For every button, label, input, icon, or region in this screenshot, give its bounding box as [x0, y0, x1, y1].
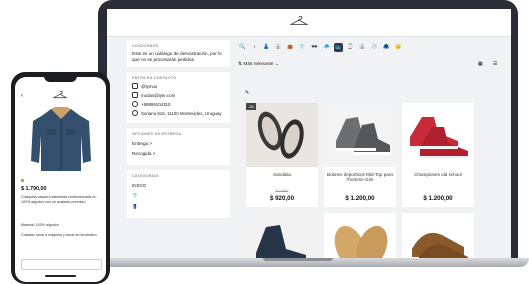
- whatsapp-icon: [132, 101, 138, 107]
- store-sidebar: CONÓCENOS Este es un catálogo de demostr…: [127, 40, 230, 223]
- chevron-down-icon: ⌄: [273, 62, 279, 67]
- product-price: $ 920,00: [269, 195, 295, 202]
- category-dress-icon[interactable]: 👗: [262, 43, 271, 52]
- delivery-heading: OPCIONES DE ENTREGA: [132, 132, 182, 136]
- hanger-logo-icon[interactable]: [53, 91, 67, 99]
- color-dot[interactable]: [21, 179, 24, 182]
- category-bag-icon[interactable]: 👜: [286, 43, 295, 52]
- contact-heading: ENTRA EN CONTACTO: [132, 76, 177, 80]
- delivery-label: Entrega: [132, 141, 149, 146]
- laptop-screen: CONÓCENOS Este es un catálogo de demostr…: [107, 9, 511, 258]
- category-hanger-icon[interactable]: 👔: [274, 43, 283, 52]
- about-card: CONÓCENOS Este es un catálogo de demostr…: [127, 40, 230, 67]
- product-price: $ 1.200,00: [345, 195, 375, 202]
- category-jacket-icon[interactable]: 🧥: [382, 43, 391, 52]
- mail-icon: [132, 92, 138, 98]
- category-hat-icon[interactable]: 🧢: [322, 43, 331, 52]
- instagram-icon: [132, 83, 138, 89]
- chevron-right-icon: >: [152, 151, 156, 156]
- product-image-navy-sneakers[interactable]: [246, 213, 318, 258]
- sort-label: Más relevante: [243, 62, 274, 67]
- product-image-sandals[interactable]: [246, 103, 318, 167]
- categories-heading: CATEGORÍAS: [132, 174, 159, 178]
- contact-location[interactable]: Soriano 616, 11100 Montevideo, Uruguay: [132, 110, 225, 116]
- category-glasses-icon[interactable]: 🕶: [310, 43, 319, 52]
- quantity-stepper[interactable]: [21, 259, 102, 270]
- about-text: Este es un catálogo de demostración, por…: [132, 51, 222, 62]
- about-heading: CONÓCENOS: [132, 44, 159, 48]
- contact-instagram[interactable]: @tymus: [132, 83, 225, 89]
- delivery-option-recogida[interactable]: Recogida >: [132, 151, 225, 156]
- category-watch-icon[interactable]: ⌚: [346, 43, 355, 52]
- delivery-label: Recogida: [132, 151, 152, 156]
- delivery-option-entrega[interactable]: Entrega >: [132, 141, 225, 146]
- back-arrow-icon[interactable]: ‹: [21, 93, 23, 99]
- product-image-grey-sneakers[interactable]: [324, 103, 396, 167]
- product-image-red-sneakers[interactable]: [402, 103, 474, 167]
- product-card[interactable]: Botines deportivos Mid-Top para l'homme …: [324, 103, 396, 207]
- location-icon: [132, 110, 138, 116]
- delivery-card: OPCIONES DE ENTREGA Entrega > Recogida >: [127, 128, 230, 165]
- contact-text: @tymus: [141, 83, 158, 89]
- category-bar: 🔍 ‹ 👗 👔 👜 👕 🕶 🧢 👟 ⌚ 👔 🧦 🧥 👑: [238, 40, 508, 54]
- product-name: Sandalia: [273, 172, 291, 177]
- product-card[interactable]: [324, 213, 396, 258]
- product-card[interactable]: Championes old school $ 1.200,00: [402, 103, 474, 207]
- top-bar: [107, 9, 511, 37]
- categories-card: CATEGORÍAS INICIO 👕 👖: [127, 170, 230, 218]
- product-card[interactable]: [402, 213, 474, 258]
- category-tie-icon[interactable]: 👔: [358, 43, 367, 52]
- discount-badge: -34: [246, 103, 256, 110]
- product-old-price: $ 1.600: [275, 189, 289, 193]
- category-socks-icon[interactable]: 🧦: [370, 43, 379, 52]
- catalog-main: 🔍 ‹ 👗 👔 👜 👕 🕶 🧢 👟 ⌚ 👔 🧦 🧥 👑 ⇅ Más releva…: [238, 40, 508, 258]
- chevron-left-icon[interactable]: ‹: [250, 43, 259, 52]
- category-shirt-icon[interactable]: 👕: [298, 43, 307, 52]
- home-indicator: [45, 275, 76, 277]
- phone-notch: [44, 74, 77, 82]
- sort-dropdown[interactable]: ⇅ Más relevante ⌄ ▦ ☰: [238, 62, 508, 70]
- laptop-notch: [263, 258, 333, 261]
- product-description: Chaqueta vaquera estrellada confeccionad…: [21, 195, 97, 204]
- product-card[interactable]: [246, 213, 318, 258]
- filter-icon[interactable]: ✎: [245, 90, 249, 96]
- product-price: $ 1.790,00: [21, 186, 47, 192]
- category-pants-icon[interactable]: 👖: [132, 204, 225, 210]
- category-inicio[interactable]: INICIO: [132, 183, 225, 188]
- product-care: Cuidado: lavar a máquina y secar en tend…: [21, 233, 98, 237]
- category-shoe-icon[interactable]: 👟: [334, 42, 343, 52]
- product-price: $ 1.200,00: [423, 195, 453, 202]
- contact-text: Soriano 616, 11100 Montevideo, Uruguay: [141, 110, 222, 116]
- hanger-logo-icon[interactable]: [290, 16, 308, 26]
- contact-text: modas@tyte.com: [141, 92, 176, 98]
- grid-view-icon[interactable]: ▦: [478, 62, 483, 67]
- chevron-right-icon: >: [149, 141, 153, 146]
- contact-card: ENTRA EN CONTACTO @tymus modas@tyte.com …: [127, 72, 230, 123]
- product-image-flats[interactable]: [324, 213, 396, 258]
- contact-text: +59899104310: [141, 101, 171, 107]
- phone-screen: ‹ $ 1.790,00 Chaqueta vaquera estrellada…: [15, 77, 106, 282]
- search-icon[interactable]: 🔍: [238, 43, 247, 52]
- product-image-brown-shoes[interactable]: [402, 213, 474, 258]
- product-name: Botines deportivos Mid-Top para l'homme …: [327, 172, 393, 183]
- contact-mail[interactable]: modas@tyte.com: [132, 92, 225, 98]
- product-name: Championes old school: [414, 172, 462, 177]
- category-crown-icon[interactable]: 👑: [394, 43, 403, 52]
- category-shirt-icon[interactable]: 👕: [132, 193, 225, 199]
- product-material: Material: 100% algodón: [21, 223, 59, 227]
- product-card[interactable]: -34 Sandalia $ 1.600 $ 920,00: [246, 103, 318, 207]
- product-image-denim-jacket[interactable]: [29, 105, 93, 175]
- contact-whatsapp[interactable]: +59899104310: [132, 101, 225, 107]
- list-view-icon[interactable]: ☰: [493, 62, 497, 67]
